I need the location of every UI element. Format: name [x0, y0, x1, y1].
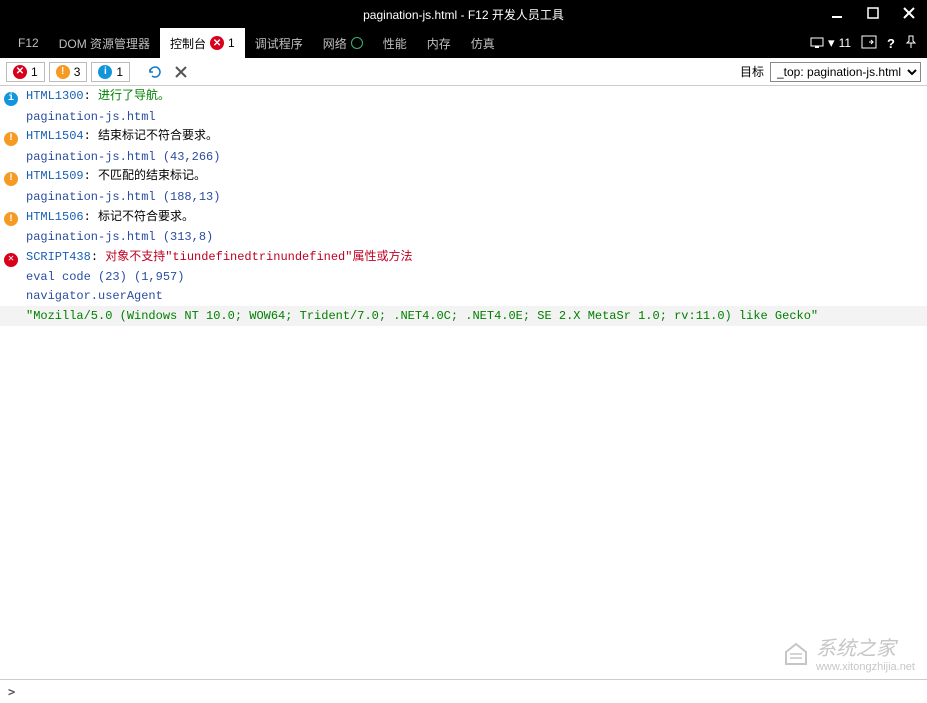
titlebar: pagination-js.html - F12 开发人员工具 — [0, 0, 927, 28]
log-source[interactable]: pagination-js.html (188,13) — [0, 188, 927, 207]
screen-icon — [810, 36, 824, 50]
help-button[interactable]: ? — [887, 36, 895, 51]
console-input-bar: > — [0, 679, 927, 703]
log-source[interactable]: pagination-js.html (43,266) — [0, 148, 927, 167]
chevron-down-icon: ▾ — [828, 35, 835, 51]
tab-console[interactable]: 控制台 ✕ 1 — [160, 28, 245, 58]
warnings-filter-button[interactable]: ! 3 — [49, 62, 88, 82]
tab-debugger[interactable]: 调试程序 — [245, 28, 313, 58]
info-filter-button[interactable]: i 1 — [91, 62, 130, 82]
console-output[interactable]: iHTML1300: 进行了导航。pagination-js.html!HTML… — [0, 86, 927, 679]
target-select[interactable]: _top: pagination-js.html — [770, 62, 921, 82]
refresh-button[interactable] — [144, 61, 166, 83]
log-message: 不匹配的结束标记。 — [98, 169, 206, 183]
warning-icon: ! — [4, 172, 18, 186]
minimize-button[interactable] — [825, 4, 849, 24]
log-code: HTML1509 — [26, 169, 84, 183]
maximize-button[interactable] — [861, 4, 885, 24]
window-controls — [825, 0, 921, 28]
log-code: HTML1504 — [26, 129, 84, 143]
tabbar-right: ▾ 11 ? — [810, 28, 927, 58]
eval-input-echo: navigator.userAgent — [0, 287, 927, 306]
pin-button[interactable] — [905, 35, 917, 52]
error-icon: ✕ — [210, 36, 224, 50]
eval-output-row: "Mozilla/5.0 (Windows NT 10.0; WOW64; Tr… — [0, 306, 927, 327]
log-row: ✕SCRIPT438: 对象不支持"tiundefinedtrinundefin… — [0, 247, 927, 269]
log-row: !HTML1506: 标记不符合要求。 — [0, 207, 927, 229]
warning-icon: ! — [56, 65, 70, 79]
record-icon — [351, 37, 363, 49]
log-code: SCRIPT438 — [26, 250, 91, 264]
target-label: 目标 — [740, 63, 764, 80]
log-source[interactable]: pagination-js.html — [0, 108, 927, 127]
chevron-right-icon: > — [8, 685, 15, 699]
error-icon: ✕ — [13, 65, 27, 79]
toolbar-right: 目标 _top: pagination-js.html — [740, 62, 921, 82]
log-row: iHTML1300: 进行了导航。 — [0, 86, 927, 108]
info-icon: i — [98, 65, 112, 79]
devtools-window: pagination-js.html - F12 开发人员工具 F12 DOM … — [0, 0, 927, 703]
log-message: 对象不支持"tiundefinedtrinundefined"属性或方法 — [105, 250, 412, 264]
tabbar-left: F12 DOM 资源管理器 控制台 ✕ 1 调试程序 网络 性能 内存 仿真 — [8, 28, 505, 58]
log-code: HTML1300 — [26, 89, 84, 103]
tabbar: F12 DOM 资源管理器 控制台 ✕ 1 调试程序 网络 性能 内存 仿真 ▾… — [0, 28, 927, 58]
warning-icon: ! — [4, 212, 18, 226]
errors-filter-button[interactable]: ✕ 1 — [6, 62, 45, 82]
tab-memory[interactable]: 内存 — [417, 28, 461, 58]
log-source[interactable]: eval code (23) (1,957) — [0, 268, 927, 287]
tab-emulation[interactable]: 仿真 — [461, 28, 505, 58]
log-row: !HTML1509: 不匹配的结束标记。 — [0, 166, 927, 188]
clear-button[interactable] — [170, 61, 192, 83]
log-message: 结束标记不符合要求。 — [98, 129, 218, 143]
tab-performance[interactable]: 性能 — [373, 28, 417, 58]
log-message: 进行了导航。 — [98, 89, 170, 103]
log-message: 标记不符合要求。 — [98, 210, 194, 224]
console-toolbar: ✕ 1 ! 3 i 1 目标 _top: pagination-js.html — [0, 58, 927, 86]
error-icon: ✕ — [4, 253, 18, 267]
info-icon: i — [4, 92, 18, 106]
tab-f12[interactable]: F12 — [8, 28, 49, 58]
tab-dom-explorer[interactable]: DOM 资源管理器 — [49, 28, 160, 58]
tab-network[interactable]: 网络 — [313, 28, 373, 58]
console-input[interactable] — [21, 685, 919, 699]
log-source[interactable]: pagination-js.html (313,8) — [0, 228, 927, 247]
window-selector[interactable]: ▾ 11 — [810, 35, 851, 51]
close-button[interactable] — [897, 4, 921, 24]
dock-button[interactable] — [861, 35, 877, 52]
window-title: pagination-js.html - F12 开发人员工具 — [363, 6, 564, 23]
log-code: HTML1506 — [26, 210, 84, 224]
log-row: !HTML1504: 结束标记不符合要求。 — [0, 126, 927, 148]
warning-icon: ! — [4, 132, 18, 146]
